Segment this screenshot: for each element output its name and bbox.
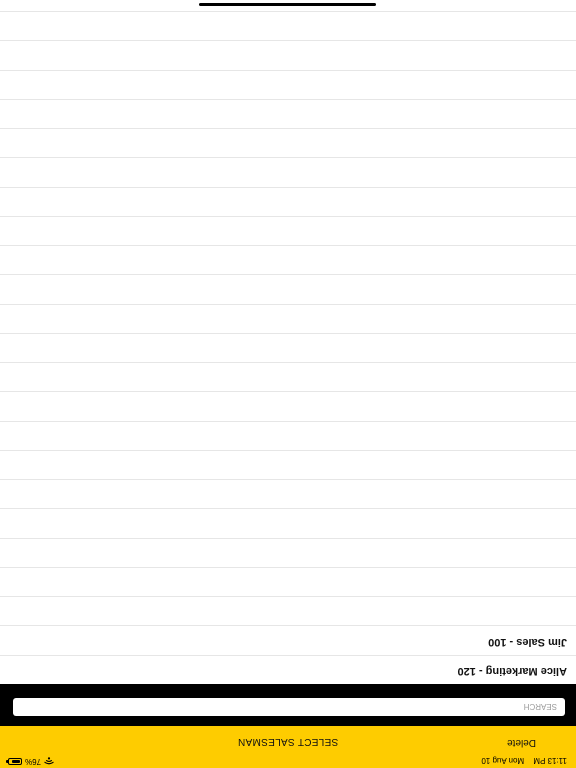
status-bar: 11:13 PM Mon Aug 10 76%: [0, 754, 576, 768]
list-item[interactable]: [0, 537, 576, 567]
home-indicator[interactable]: [199, 3, 376, 6]
list-item-label: Jim Sales - 100: [488, 635, 567, 648]
search-input[interactable]: [13, 698, 565, 716]
list-item[interactable]: [0, 333, 576, 363]
list-item[interactable]: [0, 69, 576, 99]
list-item-label: Alice Marketing - 120: [457, 665, 567, 677]
list-item[interactable]: [0, 391, 576, 421]
list-item[interactable]: [0, 216, 576, 246]
list-item[interactable]: [0, 420, 576, 450]
list-item[interactable]: [0, 479, 576, 509]
list-item[interactable]: [0, 99, 576, 129]
status-right: 76%: [8, 757, 54, 766]
list-item[interactable]: Alice Marketing - 120: [0, 654, 576, 684]
list-item[interactable]: [0, 508, 576, 538]
list-item[interactable]: [0, 128, 576, 158]
screen: 11:13 PM Mon Aug 10 76% Delete SELECT SA…: [0, 0, 576, 768]
list-item[interactable]: [0, 157, 576, 187]
battery-fill: [12, 760, 20, 763]
list-item[interactable]: [0, 40, 576, 70]
battery-icon: [8, 758, 22, 765]
list-item[interactable]: [0, 11, 576, 41]
list-item[interactable]: Jim Sales - 100: [0, 625, 576, 655]
page-title: SELECT SALESMAN: [237, 736, 339, 747]
list-item[interactable]: [0, 567, 576, 597]
list-item[interactable]: [0, 303, 576, 333]
battery-percent: 76%: [25, 757, 42, 766]
salesman-list: Alice Marketing - 120 Jim Sales - 100: [0, 0, 576, 684]
list-item[interactable]: [0, 245, 576, 275]
list-item[interactable]: [0, 596, 576, 626]
list-item[interactable]: [0, 274, 576, 304]
search-bar: [0, 684, 576, 726]
wifi-icon: [44, 757, 54, 765]
list-item[interactable]: [0, 450, 576, 480]
status-time: 11:13 PM: [533, 756, 567, 765]
status-date: Mon Aug 10: [481, 756, 525, 765]
nav-bar: Delete SELECT SALESMAN: [0, 726, 576, 754]
status-left: 11:13 PM Mon Aug 10: [474, 756, 567, 765]
list-item[interactable]: [0, 362, 576, 392]
list-item[interactable]: [0, 186, 576, 216]
